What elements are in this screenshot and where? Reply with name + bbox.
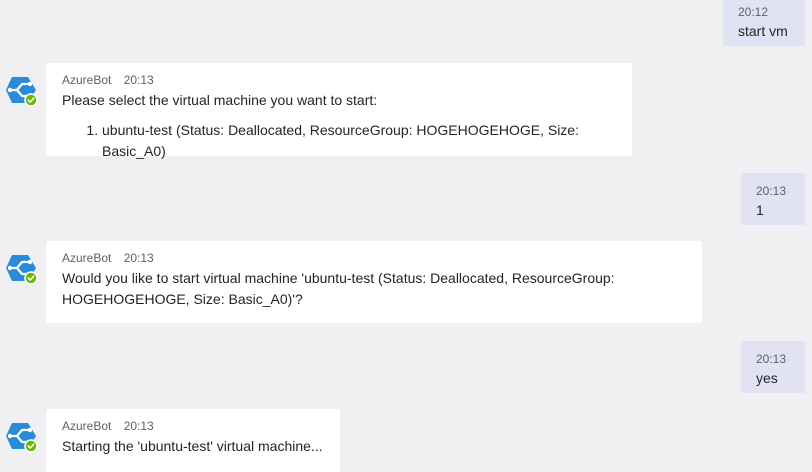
message-time: 20:13 [123, 419, 154, 433]
outgoing-message[interactable]: 20:13 yes [741, 341, 805, 393]
incoming-message[interactable]: AzureBot 20:13 Would you like to start v… [46, 241, 702, 323]
outgoing-message[interactable]: 20:13 1 [741, 173, 805, 225]
message-time: 20:13 [756, 184, 787, 198]
message-text-line: HOGEHOGEHOGE, Size: Basic_A0)'? [62, 291, 303, 307]
vm-option-item[interactable]: ubuntu-test (Status: Deallocated, Resour… [102, 120, 616, 162]
message-text: Starting the 'ubuntu-test' virtual machi… [62, 438, 323, 454]
incoming-message[interactable]: AzureBot 20:13 Starting the 'ubuntu-test… [46, 409, 340, 472]
message-text-line: Would you like to start virtual machine … [62, 270, 615, 286]
message-header: AzureBot 20:13 [62, 418, 324, 434]
sender-name: AzureBot [62, 251, 112, 265]
message-text: Would you like to start virtual machine … [62, 268, 686, 310]
message-text: yes [756, 370, 778, 386]
incoming-message[interactable]: AzureBot 20:13 Please select the virtual… [46, 63, 632, 159]
outgoing-message[interactable]: 20:12 start vm [723, 0, 805, 46]
message-time: 20:13 [123, 251, 154, 265]
azure-bot-icon[interactable] [4, 419, 38, 453]
vm-options-list: ubuntu-test (Status: Deallocated, Resour… [62, 120, 616, 162]
message-header: AzureBot 20:13 [62, 72, 616, 88]
message-time: 20:13 [756, 352, 787, 366]
message-text: start vm [738, 23, 788, 39]
message-text: 1 [756, 202, 764, 218]
chat-thread: 20:12 start vm AzureBot 20:13 Please sel… [0, 0, 812, 472]
message-time: 20:13 [123, 73, 154, 87]
azure-bot-icon[interactable] [4, 73, 38, 107]
sender-name: AzureBot [62, 73, 112, 87]
sender-name: AzureBot [62, 419, 112, 433]
message-time: 20:12 [738, 5, 769, 19]
message-text: Please select the virtual machine you wa… [62, 92, 378, 108]
azure-bot-icon[interactable] [4, 251, 38, 285]
message-header: AzureBot 20:13 [62, 250, 686, 266]
